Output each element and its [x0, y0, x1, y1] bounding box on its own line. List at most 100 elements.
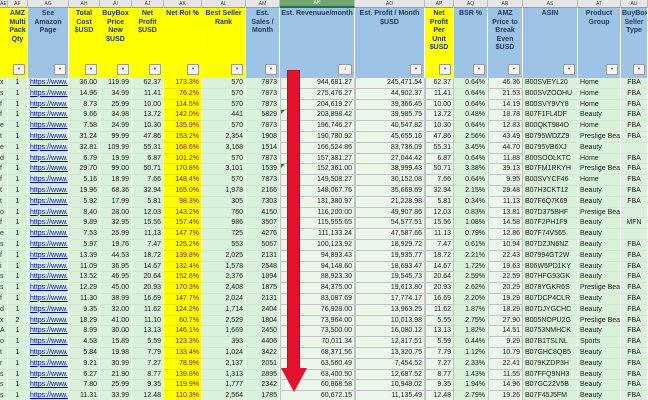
cell-sales[interactable]: 7873	[246, 78, 280, 89]
cell-net_ppu[interactable]: 11.62	[425, 305, 454, 316]
cell-asin[interactable]: B07F6Q7K69	[523, 197, 578, 208]
cell-roi[interactable]: 124.2%	[164, 305, 202, 316]
cell-group[interactable]: Beauty	[578, 305, 621, 316]
cell-roi[interactable]: 168.6%	[164, 143, 202, 154]
cell-bsr_rank[interactable]: 570	[202, 121, 246, 132]
header-bsr_rank[interactable]: Best Seller Rank	[202, 8, 246, 61]
cell-est_profit[interactable]: 54,577.51	[355, 218, 425, 229]
cell-revenue[interactable]: 70,011.34	[280, 337, 355, 348]
cell-link[interactable]: https://www.	[28, 143, 69, 154]
cell-asin[interactable]: B0795VB6XJ	[523, 143, 578, 154]
cell-net_ppu[interactable]: 7.47	[425, 240, 454, 251]
cell-asin[interactable]: B07GC22V5B	[523, 380, 578, 391]
cell-bsr_pct[interactable]: 2.21%	[454, 251, 488, 262]
cell-bsr_rank[interactable]: 2,025	[202, 251, 246, 262]
cell-asin[interactable]: B07F74V565	[523, 229, 578, 240]
cell-est_profit[interactable]: 18,929.72	[355, 240, 425, 251]
cell-buybox[interactable]: 19.76	[100, 240, 132, 251]
cell-sales[interactable]: 3507	[246, 218, 280, 229]
column-letter-break_even[interactable]: AR	[488, 0, 523, 8]
cell-link[interactable]: https://www.	[28, 218, 69, 229]
cell-group[interactable]: Beauty	[578, 251, 621, 262]
cell-roi[interactable]: 76.2%	[164, 89, 202, 100]
cell-net_ppu[interactable]: 11.13	[425, 229, 454, 240]
cell-break_even[interactable]: 29.48	[488, 186, 523, 197]
cell-net_profit[interactable]: 20.64	[132, 272, 164, 283]
amazon-page-link[interactable]: https://www.	[30, 155, 68, 162]
cell-frag[interactable]: s	[0, 283, 8, 294]
cell-link[interactable]: https://www.	[28, 316, 69, 327]
cell-seller[interactable]: FBA	[621, 348, 648, 359]
cell-sales[interactable]: 4276	[246, 229, 280, 240]
cell-buybox[interactable]: 32.95	[100, 218, 132, 229]
cell-break_even[interactable]: 22.43	[488, 251, 523, 262]
cell-seller[interactable]: FBA	[621, 370, 648, 381]
cell-break_even[interactable]: 10.94	[488, 240, 523, 251]
cell-sales[interactable]: 1908	[246, 132, 280, 143]
cell-seller[interactable]: FBA	[621, 262, 648, 273]
header-group[interactable]: Product Group	[578, 8, 621, 61]
cell-revenue[interactable]: 63,560.49	[280, 359, 355, 370]
cell-buybox[interactable]: 30.00	[100, 326, 132, 337]
cell-qty[interactable]: 1	[8, 294, 28, 305]
cell-roi[interactable]: 125.2%	[164, 240, 202, 251]
cell-seller[interactable]	[621, 143, 648, 154]
header-qty[interactable]: AMZ Multi Pack Qty	[8, 8, 28, 61]
cell-qty[interactable]: 1	[8, 154, 28, 165]
cell-bsr_pct[interactable]: 0.64%	[454, 89, 488, 100]
cell-bsr_pct[interactable]: 2.33%	[454, 359, 488, 370]
cell-buybox[interactable]: 46.95	[100, 272, 132, 283]
cell-cost[interactable]: 8.99	[69, 326, 100, 337]
cell-bsr_pct[interactable]: 0.64%	[454, 121, 488, 132]
cell-net_profit[interactable]: 13.72	[132, 110, 164, 121]
cell-cost[interactable]: 8.40	[69, 208, 100, 219]
filter-dropdown-icon[interactable]: ▼	[508, 64, 520, 75]
cell-link[interactable]: https://www.	[28, 283, 69, 294]
cell-cost[interactable]: 19.96	[69, 186, 100, 197]
cell-link[interactable]: https://www.	[28, 78, 69, 89]
cell-asin[interactable]: B07GHC8QB5	[523, 348, 578, 359]
cell-seller[interactable]: FBA	[621, 316, 648, 327]
cell-cost[interactable]: 9.21	[69, 359, 100, 370]
cell-net_ppu[interactable]: 8.77	[425, 370, 454, 381]
cell-roi[interactable]: 133.4%	[164, 348, 202, 359]
cell-group[interactable]: Home	[578, 121, 621, 132]
cell-break_even[interactable]: 44.70	[488, 143, 523, 154]
cell-buybox[interactable]: 41.00	[100, 316, 132, 327]
cell-sales[interactable]: 5067	[246, 240, 280, 251]
cell-break_even[interactable]: 14.96	[488, 380, 523, 391]
cell-bsr_rank[interactable]: 570	[202, 100, 246, 111]
cell-roi[interactable]: 147.7%	[164, 294, 202, 305]
cell-asin[interactable]: B00SVY9VY8	[523, 100, 578, 111]
cell-sales[interactable]: 7873	[246, 154, 280, 165]
cell-bsr_pct[interactable]: 2.15%	[454, 186, 488, 197]
cell-frag[interactable]: f	[0, 294, 8, 305]
cell-revenue[interactable]: 76,928.00	[280, 305, 355, 316]
cell-cost[interactable]: 6.27	[69, 370, 100, 381]
cell-buybox[interactable]: 15.89	[100, 337, 132, 348]
cell-group[interactable]: Prestige Beauty	[578, 164, 621, 175]
cell-bsr_rank[interactable]: 2,376	[202, 272, 246, 283]
cell-roi[interactable]: 139.8%	[164, 251, 202, 262]
cell-seller[interactable]: FBA	[621, 294, 648, 305]
cell-seller[interactable]: FBA	[621, 305, 648, 316]
cell-bsr_pct[interactable]: 2.20%	[454, 294, 488, 305]
cell-net_profit[interactable]: 7.27	[132, 359, 164, 370]
cell-frag[interactable]: d	[0, 154, 8, 165]
cell-roi[interactable]: 114.5%	[164, 100, 202, 111]
cell-cost[interactable]: 32.81	[69, 143, 100, 154]
cell-sales[interactable]: 2342	[246, 380, 280, 391]
cell-cost[interactable]: 8.73	[69, 100, 100, 111]
cell-seller[interactable]: FBA	[621, 154, 648, 165]
amazon-page-link[interactable]: https://www.	[30, 327, 68, 334]
column-letter-qty[interactable]: AF	[8, 0, 28, 8]
cell-qty[interactable]: 2	[8, 316, 28, 327]
cell-group[interactable]: Home	[578, 100, 621, 111]
cell-asin[interactable]: B079KZDP3H	[523, 359, 578, 370]
filter-dropdown-icon[interactable]: ▼	[473, 64, 485, 75]
cell-revenue[interactable]: 94,893.43	[280, 251, 355, 262]
cell-bsr_pct[interactable]: 2.62%	[454, 283, 488, 294]
cell-bsr_pct[interactable]: 0.34%	[454, 197, 488, 208]
cell-revenue[interactable]: 94,148.60	[280, 262, 355, 273]
cell-roi[interactable]: 153.2%	[164, 132, 202, 143]
